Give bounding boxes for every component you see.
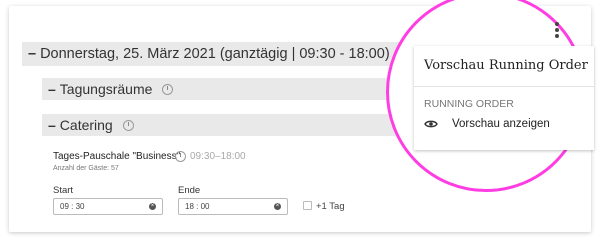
collapse-icon[interactable]: – (48, 117, 56, 133)
collapse-icon[interactable]: – (48, 81, 56, 97)
menu-divider (414, 86, 594, 87)
item-title: Tages-Pauschale "Business" (53, 151, 181, 162)
menu-title: Vorschau Running Order (424, 58, 588, 73)
clock-icon (162, 83, 174, 95)
section-catering[interactable]: – Catering (42, 114, 422, 136)
start-label: Start (53, 185, 74, 196)
item-time: 09:30–18:00 (175, 151, 246, 162)
start-time-input[interactable]: 09 : 30 × (53, 198, 163, 215)
item-time-text: 09:30–18:00 (190, 151, 246, 162)
running-order-menu: Vorschau Running Order RUNNING ORDER Vor… (414, 46, 594, 150)
end-time-input[interactable]: 18 : 00 × (178, 198, 288, 215)
collapse-icon[interactable]: – (28, 46, 36, 62)
guest-count: Anzahl der Gäste: 57 (53, 165, 119, 172)
preview-label: Vorschau anzeigen (452, 118, 550, 130)
kebab-icon[interactable] (554, 22, 560, 40)
clock-icon (175, 151, 186, 162)
start-time-value: 09 : 30 (60, 202, 85, 211)
clear-icon[interactable]: × (274, 203, 281, 210)
section-label: Catering (59, 117, 113, 133)
menu-section-label: RUNNING ORDER (424, 98, 514, 110)
section-label: Tagungsräume (59, 81, 153, 97)
plus-one-day-label: +1 Tag (316, 201, 345, 212)
preview-menu-item[interactable]: Vorschau anzeigen (424, 118, 550, 130)
plus-one-day-checkbox[interactable] (303, 201, 312, 210)
clear-icon[interactable]: × (149, 203, 156, 210)
end-time-value: 18 : 00 (185, 202, 210, 211)
clock-icon (122, 119, 134, 131)
day-label: Donnerstag, 25. März 2021 (ganztägig | 0… (40, 46, 390, 62)
section-meeting-rooms[interactable]: – Tagungsräume (42, 78, 422, 100)
end-label: Ende (178, 185, 201, 196)
day-header[interactable]: – Donnerstag, 25. März 2021 (ganztägig |… (22, 42, 422, 66)
eye-icon (424, 120, 438, 128)
